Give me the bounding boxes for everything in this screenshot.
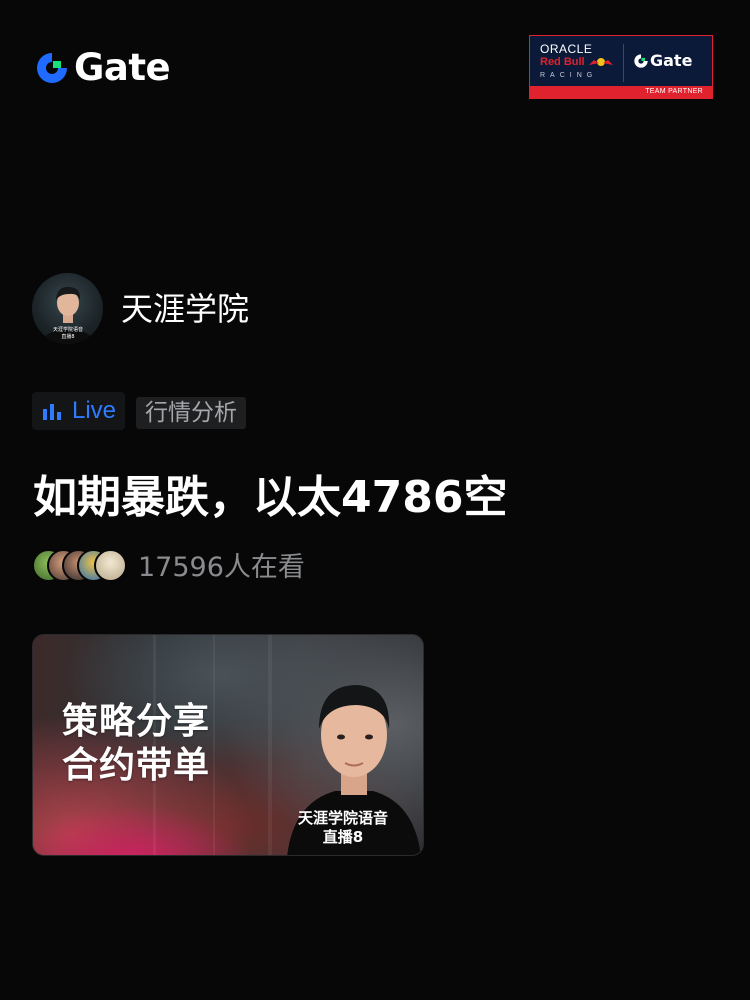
cover-headline-2: 合约带单 (62, 745, 211, 786)
badge-gate-text: Gate (650, 51, 693, 70)
viewer-avatar-stack (32, 549, 132, 582)
live-label: Live (72, 397, 117, 424)
host-avatar[interactable]: 天涯学院语音 直播8 (32, 273, 103, 344)
live-badge: Live (32, 392, 126, 430)
host-name[interactable]: 天涯学院 (121, 289, 249, 329)
team-partner-badge: ORACLE Red Bull RACING Gate TEAM PARTNER (529, 35, 713, 99)
badge-gate-logo: Gate (633, 51, 692, 70)
host-avatar-image: 天涯学院语音 直播8 (42, 286, 94, 344)
cover-caption-1: 天涯学院语音 (297, 809, 388, 827)
gate-logo[interactable]: Gate (34, 46, 171, 89)
cover-caption-2: 直播8 (322, 828, 364, 846)
cover-streak (268, 635, 272, 855)
gate-logo-icon (634, 53, 648, 68)
team-partner-label: TEAM PARTNER (530, 86, 712, 98)
gate-logo-icon (37, 53, 67, 83)
category-tag[interactable]: 行情分析 (136, 397, 246, 429)
gate-logo-text: Gate (74, 46, 171, 89)
avatar-caption-2: 直播8 (61, 333, 74, 340)
live-bars-icon (43, 404, 61, 420)
oracle-text: ORACLE (540, 42, 593, 56)
cover-headline-1: 策略分享 (62, 701, 211, 742)
viewer-avatar (94, 549, 127, 582)
red-bull-logo: Red Bull (540, 56, 614, 68)
racing-text: RACING (540, 72, 598, 79)
stream-title: 如期暴跌，以太4786空 (33, 472, 508, 523)
stream-cover-card[interactable]: 策略分享 合约带单 天涯学院语音 直播8 (32, 634, 424, 856)
cover-streak (213, 635, 215, 855)
red-bull-icon (588, 58, 613, 66)
viewer-count: 17596人在看 (138, 552, 305, 583)
red-bull-text: Red Bull (540, 56, 585, 68)
badge-divider (623, 44, 624, 82)
avatar-caption-1: 天涯学院语音 (53, 326, 83, 333)
